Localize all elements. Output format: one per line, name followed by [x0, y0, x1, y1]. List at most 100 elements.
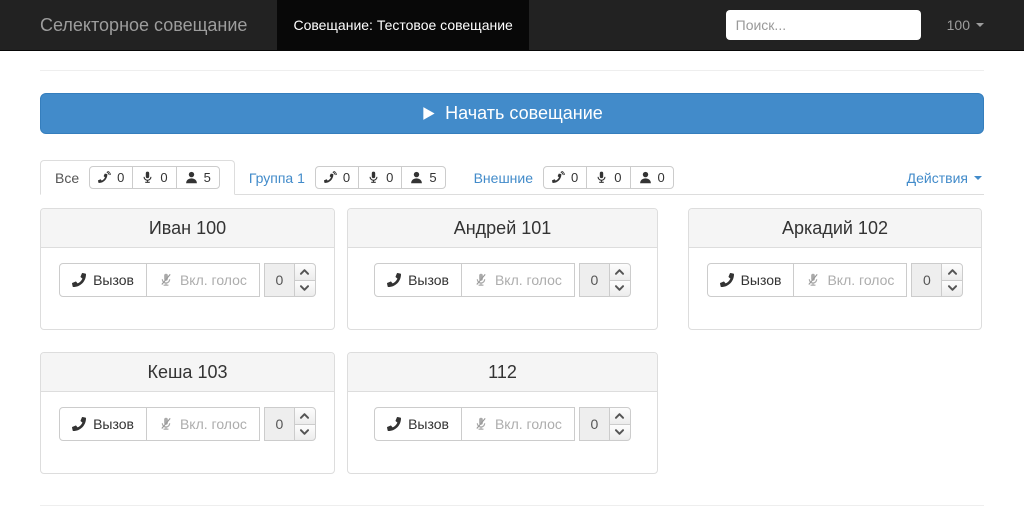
participant-name: Андрей 101 [348, 209, 657, 248]
spin-up-button[interactable] [293, 263, 316, 281]
play-icon [423, 107, 435, 120]
tab-external[interactable]: Внешние 0 0 0 [460, 161, 688, 194]
caret-down-icon [976, 23, 984, 27]
tab-label: Внешние [473, 169, 534, 186]
chevron-down-icon [300, 429, 310, 436]
volume-value-input[interactable]: 0 [911, 263, 943, 297]
call-label: Вызов [408, 416, 449, 432]
user-icon [639, 171, 651, 184]
nav-item-label: Совещание: Тестовое совещание [293, 17, 513, 33]
tab-counters: 0 0 0 [543, 166, 674, 189]
enable-voice-button[interactable]: Вкл. голос [146, 263, 260, 297]
phone-icon [387, 273, 402, 287]
volume-spinner [608, 263, 631, 297]
participant-card: Аркадий 102 Вызов Вкл. голос 0 [688, 208, 982, 330]
start-meeting-label: Начать совещание [445, 103, 603, 123]
app-brand[interactable]: Селекторное совещание [40, 15, 247, 36]
volume-spinner [293, 407, 316, 441]
calls-count: 0 [342, 170, 351, 185]
participant-name: Аркадий 102 [689, 209, 981, 248]
chevron-up-icon [300, 268, 310, 275]
user-icon [185, 171, 197, 184]
tab-group-1[interactable]: Группа 1 0 0 5 [235, 161, 460, 194]
phone-volume-icon [552, 171, 566, 183]
call-button[interactable]: Вызов [706, 263, 795, 297]
mics-count: 0 [160, 170, 168, 185]
microphone-icon [597, 171, 606, 183]
volume-value-input[interactable]: 0 [263, 263, 295, 297]
call-button[interactable]: Вызов [59, 263, 147, 297]
members-counter: 0 [629, 167, 673, 188]
spin-up-button[interactable] [293, 407, 316, 425]
tab-counters: 0 0 5 [89, 166, 220, 189]
tab-label: Все [55, 169, 80, 186]
participant-card: Кеша 103 Вызов Вкл. голос 0 [40, 352, 335, 474]
actions-dropdown[interactable]: Действия [905, 162, 984, 194]
calls-count: 0 [571, 170, 579, 185]
enable-voice-button[interactable]: Вкл. голос [794, 263, 908, 297]
participant-card: 112 Вызов Вкл. голос 0 [347, 352, 658, 474]
spin-down-button[interactable] [293, 279, 316, 297]
members-count: 5 [429, 170, 437, 185]
microphone-slash-icon [161, 273, 171, 286]
divider-bottom [40, 505, 984, 506]
spin-down-button[interactable] [608, 279, 631, 297]
call-label: Вызов [93, 416, 134, 432]
account-dropdown[interactable]: 100 [947, 17, 984, 33]
call-label: Вызов [740, 272, 782, 288]
mics-counter: 0 [358, 167, 401, 188]
participants-grid: Иван 100 Вызов Вкл. голос 0 Андрей 101 В… [40, 208, 984, 474]
top-navbar: Селекторное совещание Совещание: Тестово… [0, 0, 1024, 51]
volume-value-input[interactable]: 0 [578, 407, 610, 441]
enable-voice-label: Вкл. голос [179, 416, 247, 432]
volume-value-input[interactable]: 0 [263, 407, 295, 441]
card-row: Кеша 103 Вызов Вкл. голос 0 112 Вызов Вк… [40, 352, 984, 474]
volume-spinner [608, 407, 631, 441]
phone-icon [387, 417, 402, 431]
chevron-down-icon [615, 285, 625, 292]
volume-value-input[interactable]: 0 [578, 263, 610, 297]
spin-up-button[interactable] [941, 263, 964, 281]
nav-item-current-meeting[interactable]: Совещание: Тестовое совещание [277, 0, 529, 50]
search-input[interactable] [725, 10, 921, 40]
tab-label: Группа 1 [248, 169, 305, 186]
call-label: Вызов [93, 272, 134, 288]
call-button[interactable]: Вызов [374, 407, 462, 441]
spin-up-button[interactable] [608, 407, 631, 425]
chevron-up-icon [615, 268, 625, 275]
phone-volume-icon [323, 171, 337, 183]
tab-all[interactable]: Все 0 0 5 [40, 160, 235, 195]
chevron-up-icon [947, 268, 957, 275]
spin-down-button[interactable] [941, 279, 964, 297]
actions-label: Действия [906, 170, 968, 186]
enable-voice-button[interactable]: Вкл. голос [146, 407, 260, 441]
call-button[interactable]: Вызов [59, 407, 147, 441]
enable-voice-button[interactable]: Вкл. голос [461, 407, 575, 441]
caret-down-icon [974, 176, 982, 180]
call-label: Вызов [408, 272, 449, 288]
enable-voice-label: Вкл. голос [827, 272, 895, 288]
participant-card: Иван 100 Вызов Вкл. голос 0 [40, 208, 335, 330]
enable-voice-button[interactable]: Вкл. голос [461, 263, 575, 297]
account-label: 100 [946, 17, 970, 33]
participant-name: Иван 100 [41, 209, 334, 248]
chevron-down-icon [615, 429, 625, 436]
call-button[interactable]: Вызов [374, 263, 462, 297]
main-content: Начать совещание Все 0 0 5 Группа 1 0 0 … [40, 70, 984, 506]
card-row: Иван 100 Вызов Вкл. голос 0 Андрей 101 В… [40, 208, 984, 330]
calls-counter: 0 [316, 167, 358, 188]
microphone-slash-icon [476, 273, 486, 286]
chevron-down-icon [947, 285, 957, 292]
start-meeting-button[interactable]: Начать совещание [40, 93, 984, 134]
spin-down-button[interactable] [608, 423, 631, 441]
members-count: 0 [657, 170, 665, 185]
groups-tab-bar: Все 0 0 5 Группа 1 0 0 5 Внешние 0 0 0 Д… [40, 160, 984, 195]
volume-spinner [941, 263, 964, 297]
members-counter: 5 [175, 167, 219, 188]
divider-top [40, 70, 984, 71]
enable-voice-label: Вкл. голос [494, 272, 562, 288]
spin-down-button[interactable] [293, 423, 316, 441]
participant-name: Кеша 103 [41, 353, 334, 392]
participant-controls: Вызов Вкл. голос 0 [689, 248, 981, 329]
spin-up-button[interactable] [608, 263, 631, 281]
